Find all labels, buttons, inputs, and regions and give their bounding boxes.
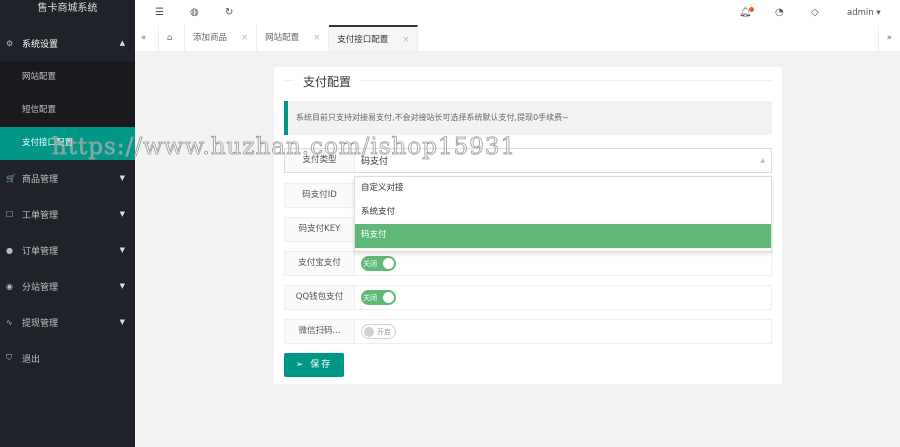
toggle-text: 关闭	[363, 259, 377, 268]
order-icon: ●	[6, 245, 13, 255]
header: ☰ ◍ ↻ 🔔︎ ◔ ◇ admin ▾	[135, 0, 900, 25]
shield-icon: ⛉	[6, 353, 12, 362]
field-label: 微信扫码...	[285, 320, 355, 343]
sidebar-item-orders[interactable]: ● 订单管理 ▼	[0, 232, 135, 268]
sidebar-label: 商品管理	[22, 174, 59, 185]
sidebar-item-site-config[interactable]: 网站配置	[0, 61, 135, 94]
tab-add-goods[interactable]: 添加商品 ×	[185, 25, 258, 51]
tabs-scroll-right[interactable]: »	[877, 25, 900, 51]
sidebar-item-tickets[interactable]: ☐ 工单管理 ▼	[0, 196, 135, 232]
tab-bar: « ⌂ 添加商品 × 网站配置 × 支付接口配置 × »	[135, 25, 900, 52]
dropdown-option[interactable]: 系统支付	[355, 201, 771, 225]
close-icon[interactable]: ×	[402, 27, 409, 51]
caret-down-icon: ▼	[119, 318, 125, 326]
wechat-toggle[interactable]: 开启	[361, 324, 396, 339]
qq-wallet-toggle[interactable]: 关闭	[361, 290, 396, 305]
tab-label: 添加商品	[193, 33, 228, 43]
tab-payment-config[interactable]: 支付接口配置 ×	[329, 25, 419, 51]
pay-type-row: 支付类型 码支付 ▲	[284, 148, 772, 173]
submenu: 网站配置 短信配置 支付接口配置	[0, 61, 135, 160]
field-label: 码支付ID	[285, 184, 355, 207]
tab-label: 网站配置	[265, 33, 300, 43]
field-label: 支付类型	[285, 149, 355, 172]
card-title: 支付配置	[294, 73, 361, 90]
sidebar-item-logout[interactable]: ⛉ 退出	[0, 340, 135, 376]
save-button[interactable]: ➢ 保存	[284, 353, 344, 377]
username: admin	[847, 7, 874, 18]
tab-site-config[interactable]: 网站配置 ×	[257, 25, 330, 51]
sidebar-item-sms-config[interactable]: 短信配置	[0, 94, 135, 127]
send-icon: ➢	[295, 360, 306, 370]
sidebar-label: 退出	[22, 354, 41, 365]
home-tab-icon[interactable]: ⌂	[159, 25, 185, 51]
sidebar-label: 系统设置	[22, 39, 59, 50]
switch-row: 微信扫码... 开启	[284, 319, 772, 344]
dropdown-option[interactable]: 码支付	[355, 224, 771, 248]
caret-down-icon: ▼	[119, 246, 125, 254]
app-title: 售卡商城系统	[37, 3, 98, 14]
sidebar-label: 分站管理	[22, 282, 59, 293]
dropdown-option[interactable]: 自定义对接	[355, 177, 771, 201]
pay-type-select[interactable]: 码支付 ▲	[355, 149, 771, 172]
field-label: 支付宝支付	[285, 252, 355, 275]
notice: 系统目前只支持对接易支付,不会对接站长可选择系统默认支付,提现0手续费~	[284, 101, 772, 135]
sidebar-group-system-settings[interactable]: ⚙ 系统设置 ▲	[0, 25, 135, 61]
pay-type-dropdown: 自定义对接 系统支付 码支付	[354, 176, 772, 252]
field-label: 码支付KEY	[285, 218, 355, 241]
sidebar-item-payment-config[interactable]: 支付接口配置	[0, 127, 135, 160]
gear-icon: ⚙	[6, 38, 14, 48]
ticket-icon: ☐	[6, 209, 14, 219]
sidebar-label: 提现管理	[22, 318, 59, 329]
close-icon[interactable]: ×	[241, 25, 248, 51]
tabs-scroll-left[interactable]: «	[135, 25, 159, 51]
caret-up-icon: ▲	[760, 157, 765, 164]
payment-config-card: 支付配置 系统目前只支持对接易支付,不会对接站长可选择系统默认支付,提现0手续费…	[274, 67, 782, 384]
globe-icon[interactable]: ◍	[190, 7, 199, 18]
theme-icon[interactable]: ◔	[775, 7, 784, 18]
toggle-text: 开启	[377, 327, 391, 336]
refresh-icon[interactable]: ↻	[225, 7, 233, 18]
sidebar-item-substations[interactable]: ◉ 分站管理 ▼	[0, 268, 135, 304]
globe-icon: ◉	[6, 281, 13, 291]
user-menu[interactable]: admin ▾	[847, 8, 881, 18]
field-label: QQ钱包支付	[285, 286, 355, 309]
caret-down-icon: ▼	[119, 174, 125, 182]
menu-toggle-icon[interactable]: ☰	[155, 7, 164, 18]
sidebar-label: 工单管理	[22, 210, 59, 221]
tab-label: 支付接口配置	[337, 35, 389, 45]
alipay-toggle[interactable]: 关闭	[361, 256, 396, 271]
switch-row: 支付宝支付 关闭	[284, 251, 772, 276]
caret-up-icon: ▲	[119, 39, 125, 47]
sidebar-label: 订单管理	[22, 246, 59, 257]
sidebar: 售卡商城系统 ⚙ 系统设置 ▲ 网站配置 短信配置 支付接口配置 🛒 商品管理 ▼ ☐ 工…	[0, 0, 135, 447]
select-value: 码支付	[361, 157, 389, 167]
tag-icon[interactable]: ◇	[811, 7, 819, 18]
toggle-text: 关闭	[363, 293, 377, 302]
caret-down-icon: ▼	[119, 282, 125, 290]
cart-icon: 🛒	[6, 173, 16, 183]
pulse-icon: ∿	[6, 317, 13, 327]
bell-icon[interactable]: 🔔︎	[739, 7, 754, 18]
card-legend: 支付配置	[284, 73, 772, 90]
caret-down-icon: ▼	[119, 210, 125, 218]
sidebar-item-withdraw[interactable]: ∿ 提现管理 ▼	[0, 304, 135, 340]
close-icon[interactable]: ×	[313, 25, 320, 51]
switch-row: QQ钱包支付 关闭	[284, 285, 772, 310]
sidebar-item-goods[interactable]: 🛒 商品管理 ▼	[0, 160, 135, 196]
save-label: 保存	[310, 360, 333, 370]
